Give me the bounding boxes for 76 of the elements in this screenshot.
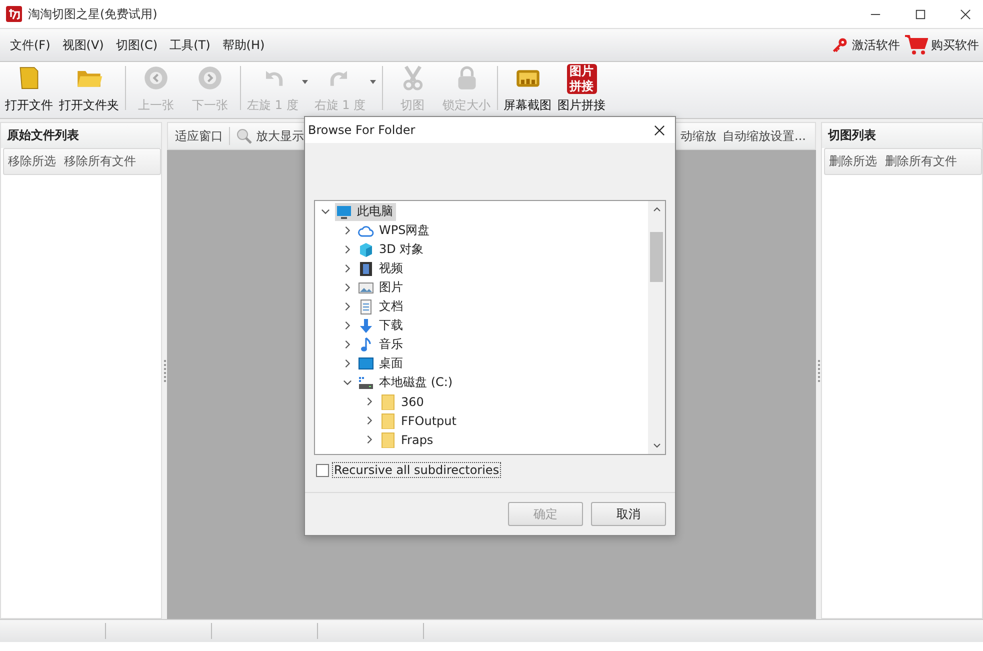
- menu-item[interactable]: 帮助(H): [216, 36, 271, 54]
- viewer-tool[interactable]: 放大显示: [233, 126, 307, 146]
- close-icon[interactable]: [654, 124, 665, 136]
- toolbar-button[interactable]: 屏幕截图: [500, 64, 555, 114]
- chevron-icon[interactable]: [343, 226, 352, 235]
- folder-icon: [380, 432, 396, 448]
- folder-icon: [380, 412, 396, 428]
- viewer-tool[interactable]: 动缩放: [678, 126, 720, 146]
- chevron-icon[interactable]: [343, 378, 352, 387]
- caret-icon: [302, 80, 308, 84]
- caret-icon: [370, 80, 376, 84]
- tree-item[interactable]: 360: [379, 392, 427, 410]
- chevron-icon[interactable]: [365, 416, 374, 425]
- chevron-icon[interactable]: [343, 264, 352, 273]
- monitor-icon: [336, 204, 352, 220]
- image-icon: [358, 280, 374, 296]
- tree-item[interactable]: 3D 对象: [357, 240, 427, 258]
- chevron-icon[interactable]: [321, 207, 330, 216]
- tree-item[interactable]: FFOutput: [379, 412, 460, 430]
- toolbar-button[interactable]: 打开文件夹: [56, 64, 122, 114]
- tree-item[interactable]: 音乐: [357, 336, 406, 354]
- toolbar-button[interactable]: 图片 拼接 图片拼接: [554, 64, 609, 114]
- tree-item[interactable]: 此电脑: [335, 202, 396, 220]
- desktop-icon: [358, 356, 374, 372]
- panel-title: 原始文件列表: [1, 123, 161, 148]
- tree-item[interactable]: 本地磁盘 (C:): [357, 374, 456, 392]
- chevron-icon[interactable]: [343, 283, 352, 292]
- cart-icon: [904, 34, 928, 56]
- zoom-in-icon: [236, 128, 252, 144]
- window-title: 淘淘切图之星(免费试用): [28, 6, 158, 22]
- tree-item[interactable]: 下载: [357, 316, 406, 334]
- chevron-icon[interactable]: [343, 340, 352, 349]
- tree-item[interactable]: 文档: [357, 298, 406, 316]
- film-icon: [358, 260, 374, 276]
- dialog-title: Browse For Folder: [308, 123, 416, 137]
- chevron-icon[interactable]: [343, 359, 352, 368]
- menu-item[interactable]: 切图(C): [110, 36, 164, 54]
- chevron-icon[interactable]: [343, 321, 352, 330]
- menu-item[interactable]: 视图(V): [56, 36, 110, 54]
- menu-link[interactable]: 激活软件: [831, 36, 900, 54]
- panel-button[interactable]: 移除所有文件: [60, 149, 140, 174]
- cube-icon: [358, 242, 374, 258]
- music-note-icon: [358, 336, 374, 352]
- menu-link[interactable]: 购买软件: [904, 34, 979, 56]
- document-icon: [358, 298, 374, 314]
- menu-item[interactable]: 工具(T): [164, 36, 216, 54]
- panel-button[interactable]: 删除所选: [825, 149, 881, 174]
- tree-item[interactable]: Fraps: [379, 430, 436, 448]
- scrollbar-thumb[interactable]: [650, 232, 663, 282]
- down-arrow-icon: [358, 318, 374, 334]
- panel-title: 切图列表: [822, 123, 982, 148]
- checkbox-label[interactable]: Recursive all subdirectories: [332, 462, 502, 478]
- viewer-tool[interactable]: 自动缩放设置...: [720, 126, 809, 146]
- drive-icon: [358, 374, 374, 390]
- tree-item[interactable]: 桌面: [357, 354, 406, 372]
- panel-button[interactable]: 删除所有文件: [881, 149, 961, 174]
- folder-icon: [380, 394, 396, 410]
- chevron-icon[interactable]: [343, 302, 352, 311]
- close-icon[interactable]: [960, 8, 971, 20]
- maximize-icon[interactable]: [915, 8, 926, 20]
- chevron-icon[interactable]: [365, 397, 374, 406]
- chevron-icon[interactable]: [365, 435, 374, 444]
- viewer-tool[interactable]: 适应窗口: [172, 126, 226, 146]
- app-logo-icon: [6, 6, 22, 22]
- scrollbar[interactable]: [648, 201, 665, 454]
- chevron-icon[interactable]: [343, 245, 352, 254]
- collage-icon: 图片 拼接: [566, 64, 597, 94]
- menu-item[interactable]: 文件(F): [4, 36, 56, 54]
- tree-item[interactable]: 图片: [357, 278, 406, 296]
- panel-button[interactable]: 移除所选: [4, 149, 60, 174]
- dialog-button[interactable]: 取消: [591, 502, 666, 526]
- key-icon: [831, 36, 849, 54]
- tree-item[interactable]: 视频: [357, 260, 406, 278]
- checkbox[interactable]: [316, 464, 329, 476]
- tree-item[interactable]: WPS网盘: [357, 222, 433, 240]
- toolbar-button[interactable]: 打开文件: [2, 64, 56, 114]
